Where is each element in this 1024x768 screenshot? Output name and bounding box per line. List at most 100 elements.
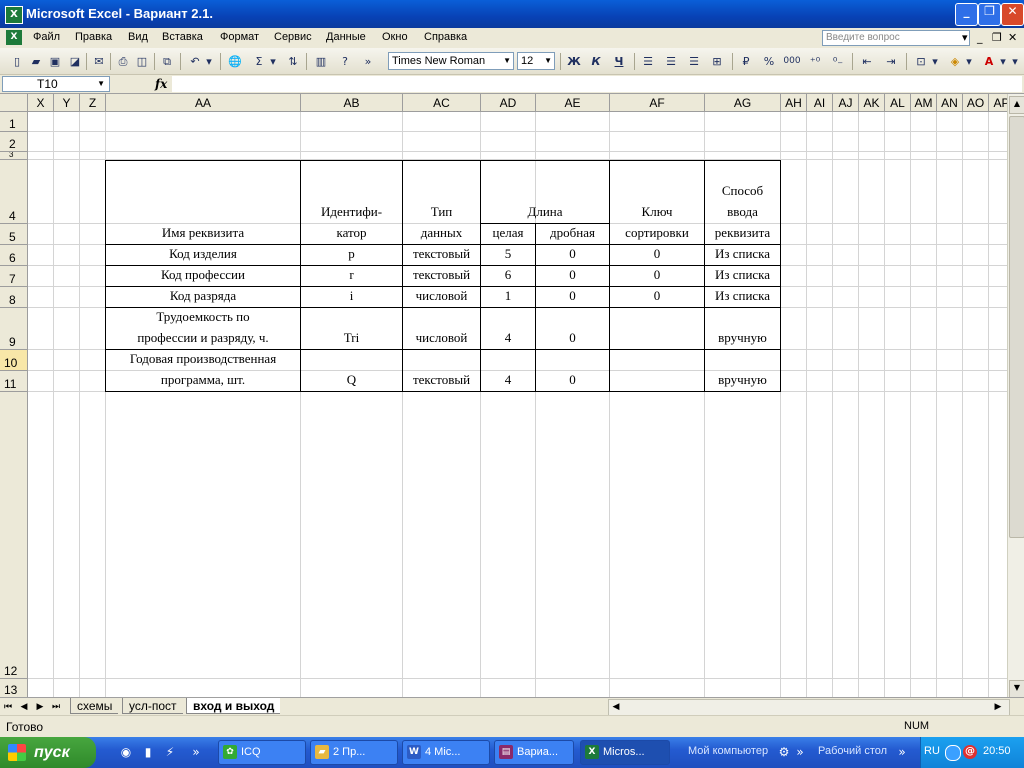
header-sort-key[interactable]: Ключ сортировки — [610, 161, 704, 244]
sheet-tab-schemes[interactable]: схемы — [70, 698, 119, 714]
hyperlink-icon[interactable]: 🌐 — [226, 53, 244, 70]
my-computer-toolbar[interactable]: Мой компьютер — [688, 745, 768, 757]
autosum-icon[interactable]: Σ — [250, 53, 268, 70]
menu-view[interactable]: Вид — [128, 31, 148, 43]
restore-button[interactable]: ❐ — [978, 3, 1001, 26]
help-icon[interactable]: ? — [336, 53, 354, 70]
print-icon[interactable]: ⎙ — [114, 53, 132, 70]
horizontal-scrollbar[interactable]: ◀ ▶ — [608, 699, 1010, 716]
row-header-8[interactable]: 8 — [0, 287, 28, 308]
header-length-fraction[interactable]: дробная — [536, 224, 609, 244]
sort-ascending-icon[interactable]: ⇅ — [284, 53, 302, 70]
menu-window[interactable]: Окно — [382, 31, 408, 43]
decrease-indent-icon[interactable]: ⇤ — [858, 53, 876, 70]
chart-wizard-icon[interactable]: ▥ — [312, 53, 330, 70]
column-header-ah[interactable]: AH — [781, 94, 807, 112]
fill-color-dropdown-icon[interactable]: ▾ — [964, 53, 974, 70]
row-header-12[interactable]: 12 — [0, 392, 28, 679]
column-header-af[interactable]: AF — [610, 94, 705, 112]
header-identifier[interactable]: Идентифи- катор — [301, 161, 402, 244]
doc-close-icon[interactable]: ✕ — [1008, 31, 1017, 44]
start-button[interactable]: пуск — [0, 737, 96, 768]
save-icon[interactable]: ▣ — [46, 53, 64, 70]
table-cell-input[interactable]: вручную — [705, 350, 780, 391]
table-cell-key[interactable]: 0 — [610, 266, 704, 286]
table-cell-name[interactable]: Трудоемкость по профессии и разряду, ч. — [106, 308, 300, 349]
column-header-ad[interactable]: AD — [481, 94, 536, 112]
undo-icon[interactable]: ↶ — [186, 53, 204, 70]
undo-dropdown-icon[interactable]: ▾ — [204, 53, 214, 70]
column-header-al[interactable]: AL — [885, 94, 911, 112]
column-header-am[interactable]: AM — [911, 94, 937, 112]
align-right-icon[interactable]: ☰ — [685, 53, 703, 70]
firefox-icon[interactable]: ◉ — [118, 744, 134, 760]
currency-icon[interactable]: ₽ — [737, 53, 755, 70]
language-indicator[interactable]: RU — [924, 745, 940, 757]
sheet-tab-input-output[interactable]: вход и выход — [186, 698, 281, 714]
table-cell-name[interactable]: Код профессии — [106, 266, 300, 286]
align-left-icon[interactable]: ☰ — [639, 53, 657, 70]
scroll-thumb[interactable] — [1009, 116, 1024, 538]
font-color-icon[interactable]: A — [980, 53, 998, 70]
name-box[interactable]: T10 ▼ — [2, 76, 110, 92]
bold-button[interactable]: Ж — [565, 53, 583, 70]
workbook-icon[interactable]: X — [6, 30, 22, 45]
menu-help[interactable]: Справка — [424, 31, 467, 43]
increase-decimal-icon[interactable]: ⁺⁰ — [806, 53, 824, 70]
scroll-right-icon[interactable]: ▶ — [993, 701, 1003, 713]
first-sheet-icon[interactable]: ⏮ — [3, 701, 13, 713]
insert-function-icon[interactable]: fx — [155, 77, 167, 91]
toolbar-expand-icon-2[interactable]: » — [894, 744, 910, 760]
table-cell-id[interactable]: i — [301, 287, 402, 307]
table-cell-whole[interactable]: 4 — [481, 308, 535, 349]
table-cell-input[interactable]: Из списка — [705, 266, 780, 286]
column-header-ae[interactable]: AE — [536, 94, 610, 112]
vertical-scrollbar[interactable]: ▲ ▼ — [1007, 94, 1024, 698]
table-cell-type[interactable]: текстовый — [403, 245, 480, 265]
table-cell-name[interactable]: Годовая производственная программа, шт. — [106, 350, 300, 391]
italic-button[interactable]: К — [587, 53, 605, 70]
decrease-decimal-icon[interactable]: ⁰₋ — [829, 53, 847, 70]
table-cell-key[interactable]: 0 — [610, 287, 704, 307]
row-header-5[interactable]: 5 — [0, 224, 28, 245]
close-button[interactable]: ✕ — [1001, 3, 1024, 26]
scroll-up-icon[interactable]: ▲ — [1009, 96, 1024, 114]
column-header-y[interactable]: Y — [54, 94, 80, 112]
autosum-dropdown-icon[interactable]: ▾ — [268, 53, 278, 70]
column-header-ab[interactable]: AB — [301, 94, 403, 112]
toolbar-expand-icon[interactable]: » — [792, 744, 808, 760]
menu-tools[interactable]: Сервис — [274, 31, 312, 43]
header-length-whole[interactable]: целая — [481, 224, 535, 244]
next-sheet-icon[interactable]: ▶ — [35, 701, 45, 713]
header-input-method[interactable]: Способ ввода реквизита — [705, 161, 780, 244]
table-cell-whole[interactable]: 6 — [481, 266, 535, 286]
table-cell-input[interactable]: Из списка — [705, 245, 780, 265]
column-header-x[interactable]: X — [28, 94, 54, 112]
help-question-input[interactable]: Введите вопрос — [822, 30, 970, 46]
row-header-1[interactable]: 1 — [0, 112, 28, 132]
menu-format[interactable]: Формат — [220, 31, 259, 43]
table-cell-id[interactable]: p — [301, 245, 402, 265]
increase-indent-icon[interactable]: ⇥ — [882, 53, 900, 70]
column-header-an[interactable]: AN — [937, 94, 963, 112]
quicklaunch-tool-icon[interactable]: ⚡ — [162, 744, 178, 760]
font-dropdown-icon[interactable]: ▼ — [503, 53, 511, 69]
toolbar-options-icon[interactable]: » — [362, 53, 374, 70]
row-header-13[interactable]: 13 — [0, 679, 28, 698]
table-cell-input[interactable]: вручную — [705, 308, 780, 349]
table-cell-frac[interactable]: 0 — [536, 245, 609, 265]
computer-icon[interactable]: ⚙ — [776, 744, 792, 760]
worksheet-grid[interactable]: X Y Z AA AB AC AD AE AF AG AH AI AJ AK A… — [0, 94, 1007, 698]
font-name-select[interactable]: Times New Roman ▼ — [388, 52, 514, 70]
percent-button[interactable]: % — [760, 53, 778, 70]
copy-icon[interactable]: ⧉ — [158, 53, 176, 70]
table-cell-id[interactable]: Tri — [301, 308, 402, 349]
prev-sheet-icon[interactable]: ◀ — [19, 701, 29, 713]
underline-button[interactable]: Ч — [610, 53, 628, 70]
name-box-dropdown-icon[interactable]: ▼ — [97, 77, 105, 91]
column-header-ap[interactable]: AP — [989, 94, 1007, 112]
minimize-button[interactable]: _ — [955, 3, 978, 26]
merge-center-icon[interactable]: ⊞ — [708, 53, 726, 70]
borders-dropdown-icon[interactable]: ▾ — [930, 53, 940, 70]
taskbar-item-archive[interactable]: ▤ Вариа... — [494, 740, 574, 765]
